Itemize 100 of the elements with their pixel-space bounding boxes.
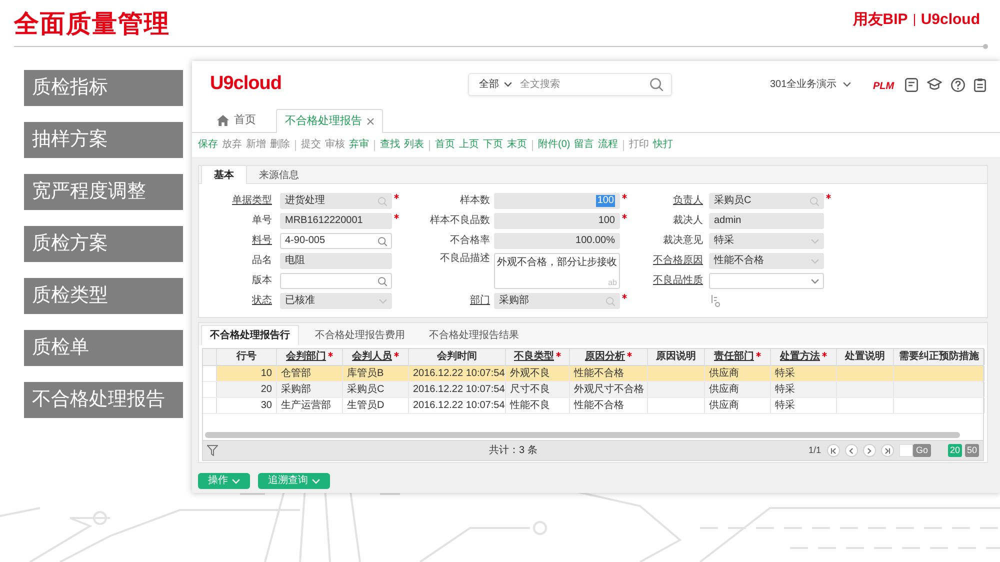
field-label: 裁决人 bbox=[673, 215, 703, 227]
table-cell: 供应商 bbox=[709, 384, 739, 396]
table-row[interactable]: 20 采购部 采购员C 2016.12.22 10:07:54 尺寸不良 外观尺寸不合格 供应商 特采 bbox=[203, 382, 983, 398]
chevron-down-icon bbox=[312, 478, 320, 484]
column-header[interactable]: 原因说明 bbox=[656, 351, 696, 363]
field-label: 样本不良品数 bbox=[430, 215, 490, 227]
text-area[interactable]: 外观不合格，部分让步接收 ab bbox=[494, 253, 620, 289]
column-header[interactable]: 行号 bbox=[236, 351, 256, 363]
lookup-field[interactable]: 4-90-005 bbox=[280, 233, 392, 249]
field-label[interactable]: 料号 bbox=[252, 235, 272, 247]
field-label[interactable]: 不合格原因 bbox=[653, 255, 703, 267]
page-input[interactable] bbox=[898, 444, 913, 457]
column-header[interactable]: 责任部门 bbox=[714, 351, 754, 363]
lookup-field[interactable]: 采购员C bbox=[709, 193, 824, 209]
number-field[interactable]: 100.00% bbox=[494, 233, 620, 249]
table-cell: 性能不良 bbox=[510, 400, 550, 412]
table-cell: 采购员C bbox=[347, 384, 384, 396]
select-field[interactable]: 性能不合格 bbox=[709, 253, 824, 269]
chevron-down-icon bbox=[811, 238, 819, 244]
toolbar-button[interactable]: 打印 bbox=[629, 139, 650, 151]
table-cell: 供应商 bbox=[709, 368, 739, 380]
field-label: 版本 bbox=[252, 275, 272, 287]
chevron-down-icon bbox=[811, 258, 819, 264]
column-header[interactable]: 需要纠正预防措施 bbox=[899, 351, 979, 363]
search-icon[interactable] bbox=[378, 236, 387, 246]
column-header[interactable]: 会判人员 bbox=[352, 351, 392, 363]
logo-text: U9cloud bbox=[920, 11, 980, 29]
select-field[interactable]: 已核准 bbox=[280, 293, 392, 309]
column-header[interactable]: 不良类型 bbox=[514, 351, 554, 363]
first-page-button[interactable] bbox=[826, 444, 840, 457]
clipboard-icon[interactable] bbox=[974, 78, 986, 92]
lookup-field[interactable] bbox=[280, 273, 392, 289]
lookup-field[interactable]: 进货处理 bbox=[280, 193, 392, 209]
document-icon[interactable] bbox=[905, 78, 918, 92]
column-header[interactable]: 处置说明 bbox=[845, 351, 885, 363]
previous-page-button[interactable] bbox=[844, 444, 858, 457]
table-row[interactable]: 10 仓管部 库管员B 2016.12.22 10:07:54 外观不良 性能不合格 供应商 特采 bbox=[203, 366, 983, 382]
chevron-left-icon bbox=[848, 448, 854, 454]
scrollbar-thumb[interactable] bbox=[205, 432, 960, 438]
field-label[interactable]: 负责人 bbox=[673, 195, 703, 207]
app-logo: U9cloud bbox=[210, 72, 282, 94]
select-field[interactable]: 特采 bbox=[709, 233, 824, 249]
chevron-down-icon bbox=[504, 82, 512, 87]
column-header[interactable]: 会判时间 bbox=[437, 351, 477, 363]
toolbar-button[interactable]: 列表 bbox=[404, 139, 424, 151]
toolbar-button[interactable]: 新增 bbox=[246, 139, 266, 151]
field-label[interactable]: 单据类型 bbox=[232, 195, 272, 207]
search-field[interactable]: 全部 全文搜索 bbox=[468, 73, 672, 96]
search-icon[interactable] bbox=[378, 276, 387, 286]
detail-tab[interactable]: 不合格处理报告费用 bbox=[307, 325, 413, 345]
field-label[interactable]: 部门 bbox=[470, 295, 490, 307]
table-cell: 尺寸不良 bbox=[510, 384, 550, 396]
sidebar-item: 不合格处理报告 bbox=[24, 382, 183, 418]
search-icon[interactable] bbox=[650, 78, 663, 91]
text-field[interactable]: MRB1612220001 bbox=[280, 213, 392, 229]
field-label[interactable]: 不良品性质 bbox=[653, 275, 703, 287]
list-settings-icon[interactable] bbox=[711, 295, 720, 307]
number-field[interactable]: 100 bbox=[494, 213, 620, 229]
detail-tab[interactable]: 不合格处理报告结果 bbox=[421, 325, 527, 345]
select-field[interactable] bbox=[709, 273, 824, 289]
text-field[interactable]: admin bbox=[709, 213, 824, 229]
field-label: 不合格率 bbox=[450, 235, 490, 247]
column-header[interactable]: 会判部门 bbox=[286, 351, 326, 363]
home-icon bbox=[217, 114, 229, 126]
toolbar-button[interactable]: 审核 bbox=[325, 139, 345, 151]
page-tab[interactable]: 首页 bbox=[209, 108, 264, 132]
toolbar-button[interactable]: 流程 bbox=[598, 139, 618, 151]
field-label: 品名 bbox=[252, 255, 272, 267]
close-icon[interactable] bbox=[367, 118, 374, 125]
account-dropdown[interactable]: 301全业务演示 bbox=[770, 77, 851, 92]
toolbar-button[interactable]: 保存 bbox=[198, 139, 218, 151]
sidebar-item: 抽样方案 bbox=[24, 122, 183, 158]
table-row[interactable]: 30 生产运营部 生管员D 2016.12.22 10:07:54 性能不良 性能不合格 供应商 特采 bbox=[203, 398, 983, 414]
form-tab[interactable]: 来源信息 bbox=[247, 166, 311, 184]
table-cell: 特采 bbox=[775, 400, 795, 412]
column-header[interactable]: 原因分析 bbox=[585, 351, 625, 363]
graduation-cap-icon[interactable] bbox=[927, 78, 942, 91]
table-cell: 库管员B bbox=[347, 368, 384, 380]
help-icon[interactable] bbox=[951, 78, 965, 92]
last-page-button[interactable] bbox=[880, 444, 894, 457]
plm-button[interactable]: PLM bbox=[873, 80, 894, 92]
form-tab[interactable]: 基本 bbox=[201, 166, 247, 184]
table-cell: 2016.12.22 10:07:54 bbox=[413, 368, 505, 380]
filter-icon[interactable] bbox=[207, 445, 218, 456]
scope-dropdown[interactable]: 全部 bbox=[479, 77, 512, 92]
column-header[interactable]: 处置方法 bbox=[780, 351, 820, 363]
text-field[interactable]: 电阻 bbox=[280, 253, 392, 269]
table-cell: 性能不合格 bbox=[574, 400, 624, 412]
toolbar-button[interactable]: 提交 bbox=[301, 139, 321, 151]
lookup-field[interactable]: 采购部 bbox=[494, 293, 620, 309]
next-page-button[interactable] bbox=[862, 444, 876, 457]
slide-title: 全面质量管理 bbox=[14, 9, 170, 39]
sidebar-item: 质检方案 bbox=[24, 226, 183, 262]
toolbar-button[interactable]: 弃审 bbox=[349, 139, 369, 151]
toolbar-button[interactable]: 查找 bbox=[380, 139, 400, 151]
toolbar-button[interactable]: 放弃 bbox=[222, 139, 242, 151]
table-cell: 外观不良 bbox=[510, 368, 550, 380]
field-label[interactable]: 状态 bbox=[252, 295, 272, 307]
toolbar-button[interactable]: 删除 bbox=[270, 139, 290, 151]
detail-tab[interactable]: 不合格处理报告行 bbox=[201, 325, 299, 345]
